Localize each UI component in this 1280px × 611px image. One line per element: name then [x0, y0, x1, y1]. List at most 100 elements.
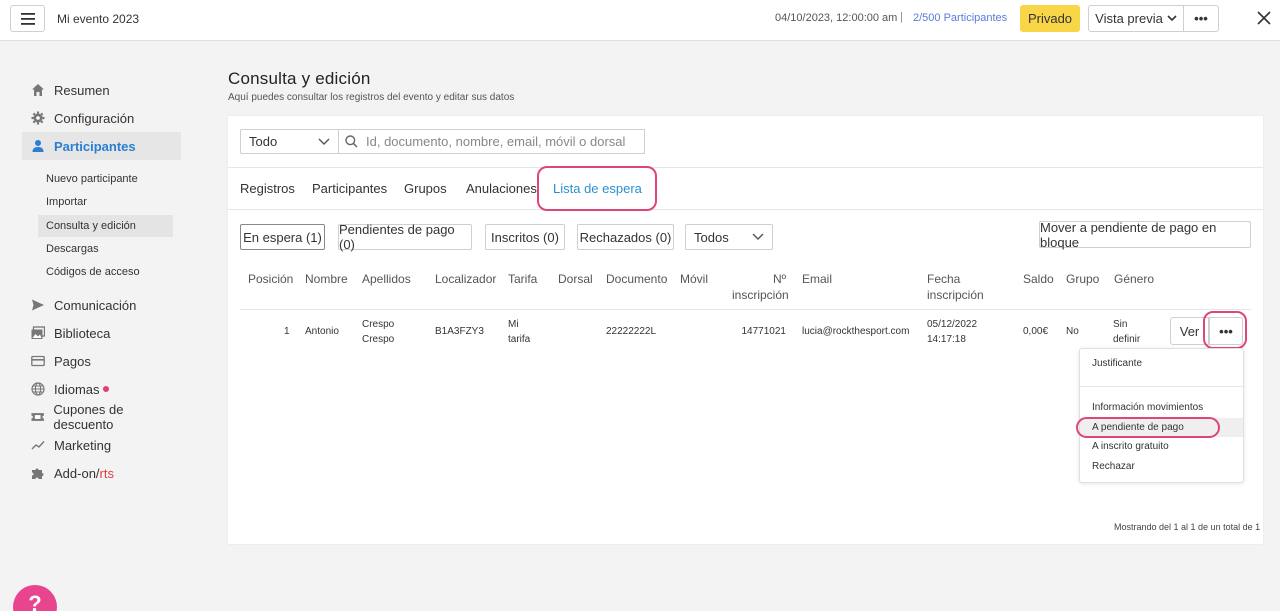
chart-line-icon: [31, 441, 45, 450]
col-movil[interactable]: Móvil: [680, 271, 708, 287]
sidebar-item-label: Participantes: [54, 138, 136, 154]
chevron-down-icon: [318, 138, 330, 145]
main-card: Todo Registros Participantes Grupos Anul…: [228, 116, 1263, 544]
cell-tarifa-l2: tarifa: [508, 334, 531, 345]
sidebar-item-resumen[interactable]: Resumen: [22, 76, 181, 104]
col-n-inscripcion[interactable]: Nº inscripción: [732, 271, 789, 303]
sidebar-item-label: Resumen: [54, 82, 110, 98]
search-input[interactable]: [366, 134, 636, 149]
tab-grupos[interactable]: Grupos: [404, 181, 447, 196]
col-genero[interactable]: Género: [1114, 271, 1154, 287]
sidebar-item-label: Cupones de descuento: [53, 402, 124, 432]
images-icon: [31, 326, 45, 339]
addons-label-a: Add-on/: [54, 465, 100, 481]
cell-email: lucia@rockthesport.com: [802, 326, 910, 337]
sidebar-item-comunicacion[interactable]: Comunicación: [22, 291, 181, 319]
col-fecha-l2: inscripción: [927, 288, 984, 302]
sidebar-item-cupones[interactable]: Cupones de descuento: [22, 402, 181, 432]
col-nombre[interactable]: Nombre: [305, 271, 348, 287]
separator: |: [900, 11, 903, 23]
gear-icon: [31, 111, 45, 125]
menu-item-highlight-ring: [1076, 417, 1220, 438]
col-saldo[interactable]: Saldo: [1023, 271, 1054, 287]
puzzle-icon: [32, 468, 44, 479]
sidebar-item-participantes[interactable]: Participantes: [22, 132, 181, 160]
cell-tarifa-l1: Mi: [508, 319, 519, 330]
menu-divider: [1080, 386, 1243, 387]
participants-count[interactable]: 2/500 Participantes: [913, 12, 1007, 24]
col-localizador[interactable]: Localizador: [435, 271, 496, 287]
search-box: [339, 129, 645, 154]
todos-select[interactable]: Todos: [685, 224, 773, 250]
subitem-codigos-acceso[interactable]: Códigos de acceso: [38, 261, 173, 283]
sidebar-item-addons[interactable]: Add-on/rts: [22, 459, 181, 487]
cell-documento: 22222222L: [606, 326, 657, 337]
table-header-divider: [240, 309, 1251, 310]
status-en-espera-button[interactable]: En espera (1): [240, 224, 325, 250]
col-dorsal[interactable]: Dorsal: [558, 271, 593, 287]
user-icon: [32, 140, 44, 152]
close-icon[interactable]: [1254, 8, 1274, 28]
sidebar-item-configuracion[interactable]: Configuración: [22, 104, 181, 132]
col-fecha-inscripcion[interactable]: Fecha inscripción: [927, 271, 984, 303]
col-fecha-l1: Fecha: [927, 272, 961, 286]
tab-registros[interactable]: Registros: [240, 181, 295, 196]
status-rechazados-button[interactable]: Rechazados (0): [577, 224, 674, 250]
sidebar-item-label: Idiomas: [54, 381, 100, 397]
cell-genero: Sin definir: [1113, 317, 1140, 347]
event-title: Mi evento 2023: [57, 12, 140, 26]
private-button[interactable]: Privado: [1020, 5, 1080, 32]
cell-saldo: 0,00€: [1023, 326, 1049, 337]
globe-icon: [31, 382, 45, 396]
addons-label-b: rts: [99, 465, 114, 481]
menu-item-rechazar[interactable]: Rechazar: [1092, 461, 1135, 472]
menu-item-informacion-movimientos[interactable]: Información movimientos: [1092, 402, 1203, 413]
filter-select[interactable]: Todo: [240, 129, 339, 154]
page-title: Consulta y edición: [228, 69, 371, 88]
chevron-down-icon: [752, 233, 764, 240]
tab-participantes[interactable]: Participantes: [312, 181, 387, 196]
col-documento[interactable]: Documento: [606, 271, 667, 287]
col-email[interactable]: Email: [802, 271, 832, 287]
subitem-nuevo-participante[interactable]: Nuevo participante: [38, 168, 173, 190]
subitem-consulta-edicion[interactable]: Consulta y edición: [38, 215, 173, 237]
filter-value: Todo: [249, 134, 278, 149]
cell-fecha-l2: 14:17:18: [927, 334, 966, 345]
sidebar-item-idiomas[interactable]: Idiomas: [22, 375, 181, 403]
sidebar-item-label: Pagos: [54, 353, 91, 369]
cell-tarifa: Mi tarifa: [508, 317, 530, 347]
col-posicion[interactable]: Posición: [248, 271, 293, 287]
more-options-button[interactable]: •••: [1184, 5, 1219, 32]
tab-anulaciones[interactable]: Anulaciones: [466, 181, 537, 196]
send-icon: [32, 299, 44, 311]
cell-n-inscripcion: 14771021: [741, 326, 787, 337]
cell-nombre: Antonio: [305, 326, 339, 337]
page-subtitle: Aquí puedes consultar los registros del …: [228, 92, 515, 103]
menu-item-justificante[interactable]: Justificante: [1092, 358, 1142, 369]
status-pendientes-button[interactable]: Pendientes de pago (0): [338, 222, 472, 252]
sidebar-item-label: Marketing: [54, 437, 112, 453]
hamburger-menu-button[interactable]: [10, 5, 45, 32]
col-tarifa[interactable]: Tarifa: [508, 271, 537, 287]
sidebar-item-biblioteca[interactable]: Biblioteca: [22, 319, 181, 347]
todos-value: Todos: [694, 229, 729, 245]
sidebar-item-pagos[interactable]: Pagos: [22, 347, 181, 375]
subitem-importar[interactable]: Importar: [38, 191, 173, 213]
preview-button[interactable]: Vista previa: [1088, 5, 1184, 32]
cell-apellidos-l2: Crespo: [362, 334, 395, 345]
notification-dot: [102, 386, 109, 392]
cell-localizador: B1A3FZY3: [435, 326, 484, 337]
cell-fecha: 05/12/2022 14:17:18: [927, 317, 977, 347]
row-actions-dropdown: Justificante Información movimientos A p…: [1076, 348, 1244, 483]
col-grupo[interactable]: Grupo: [1066, 271, 1099, 287]
sidebar-item-marketing[interactable]: Marketing: [22, 431, 181, 459]
col-apellidos[interactable]: Apellidos: [362, 271, 411, 287]
help-button[interactable]: ?: [13, 585, 57, 611]
bulk-move-button[interactable]: Mover a pendiente de pago en bloque: [1039, 220, 1251, 250]
subitem-descargas[interactable]: Descargas: [38, 238, 173, 260]
tab-highlight-ring: [537, 166, 657, 211]
home-icon: [32, 84, 44, 96]
pagination-summary: Mostrando del 1 al 1 de un total de 1: [1114, 522, 1261, 532]
status-inscritos-button[interactable]: Inscritos (0): [485, 224, 565, 250]
menu-item-a-inscrito-gratuito[interactable]: A inscrito gratuito: [1092, 441, 1169, 452]
